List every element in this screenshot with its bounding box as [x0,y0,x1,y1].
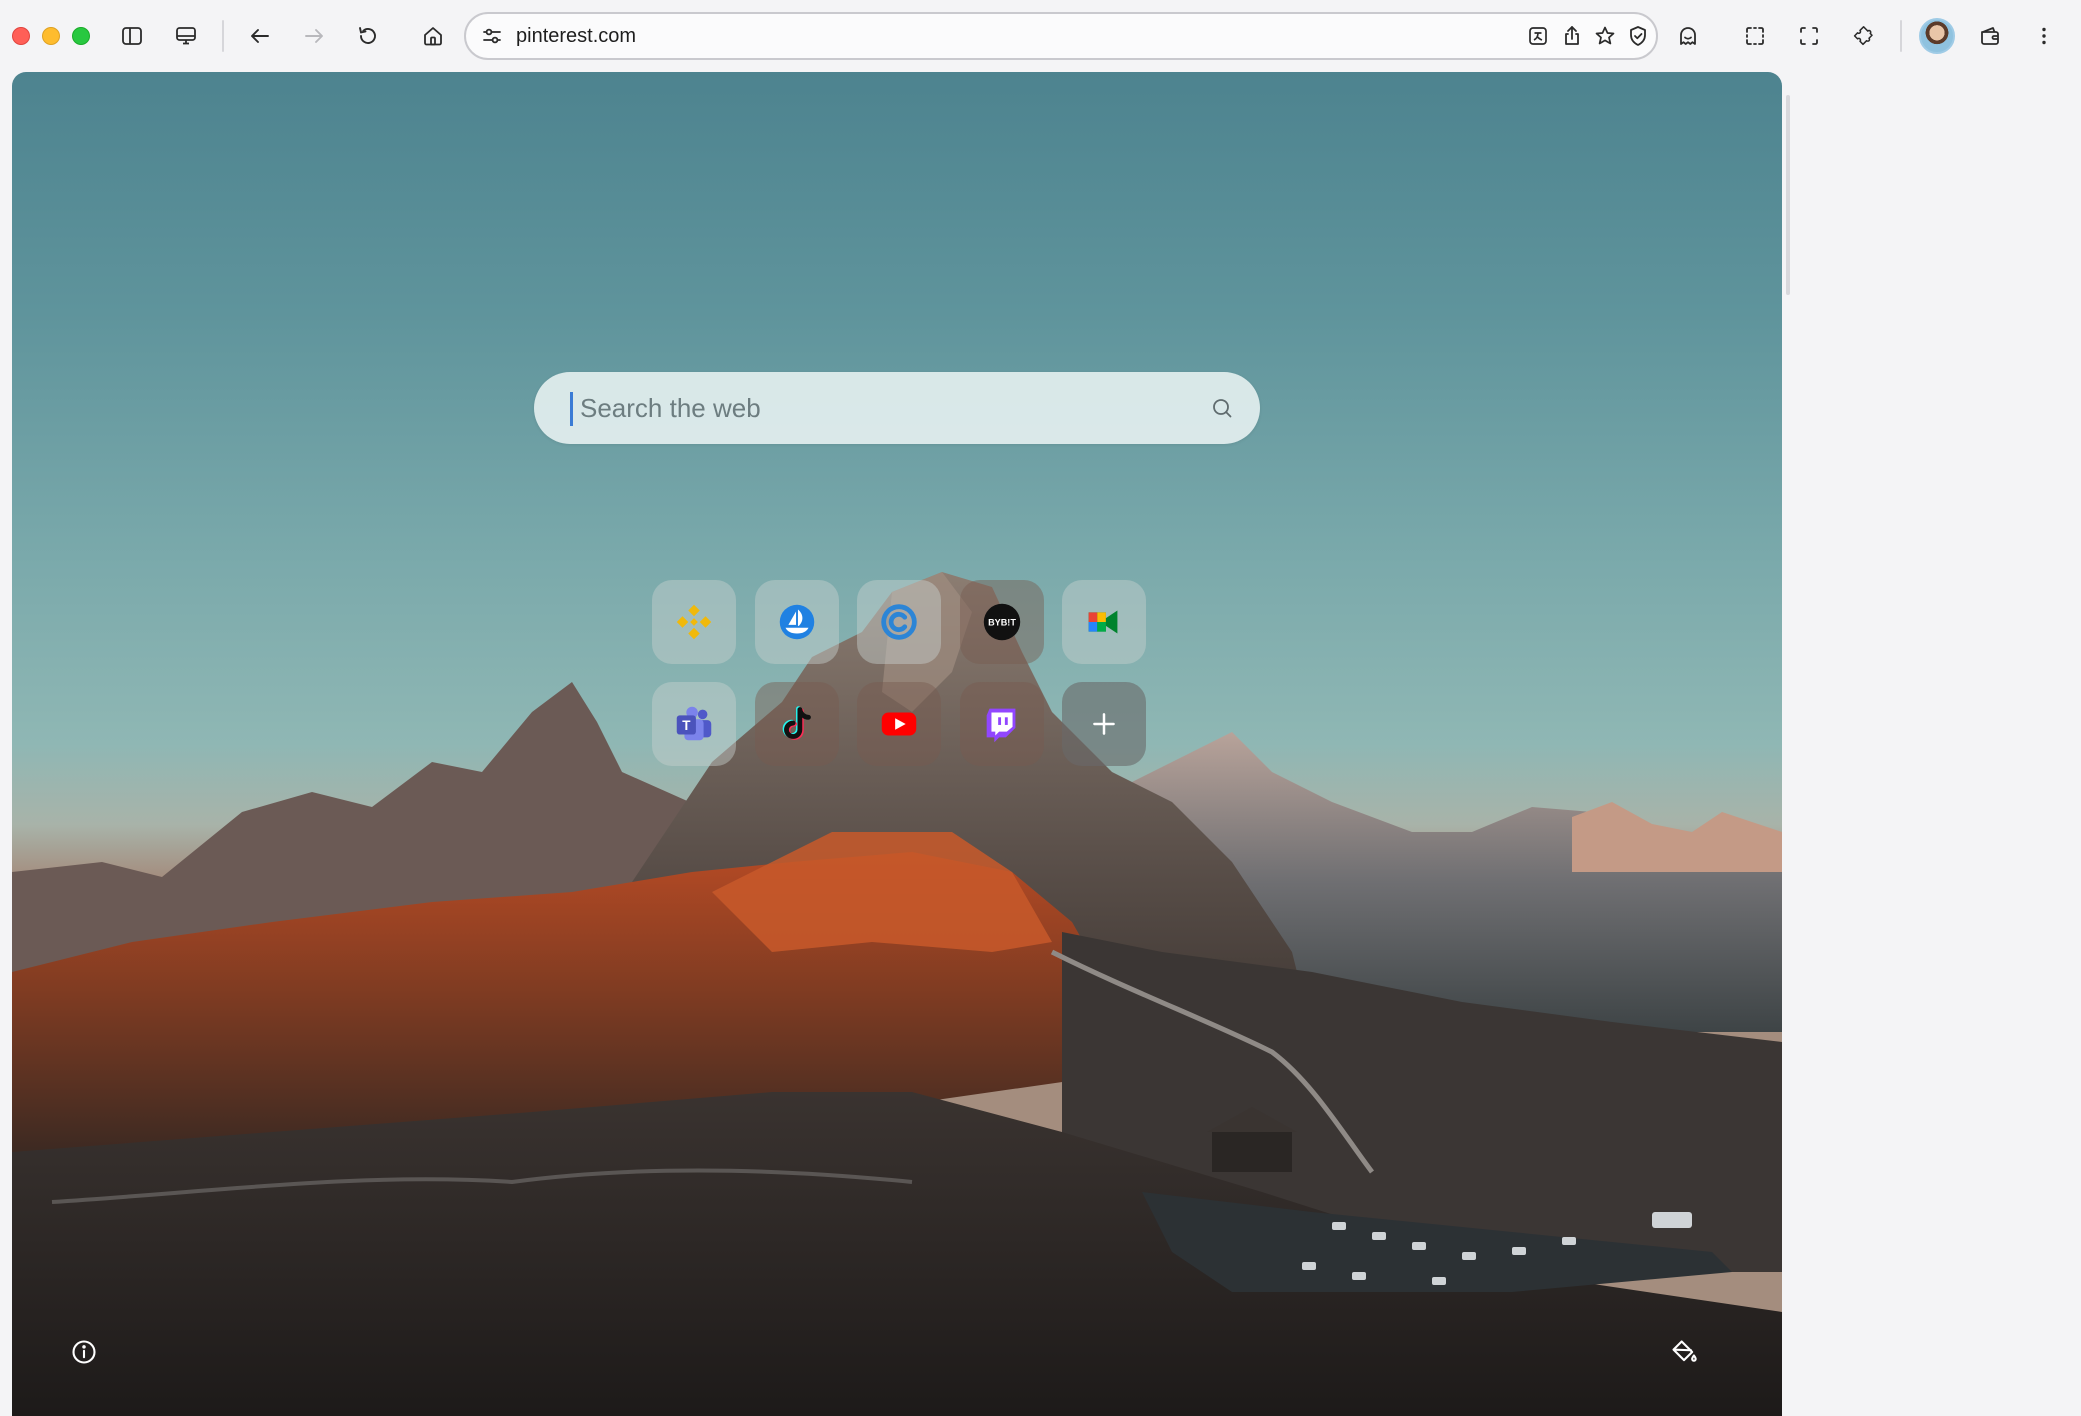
info-icon [72,1340,96,1364]
profile-avatar[interactable] [1919,18,1955,54]
reload-icon [359,27,376,44]
page-scrollbar[interactable] [1786,95,1790,295]
wallet-icon [1981,27,1999,45]
close-window-button[interactable] [12,27,30,45]
shortcut-twitch[interactable] [960,682,1044,766]
browser-toolbar: pinterest.com [0,0,2081,72]
paint-bucket-icon [1672,1340,1697,1362]
shortcut-coinmarketcap[interactable] [857,580,941,664]
site-settings-icon[interactable] [480,24,504,48]
sidebar-toggle-button[interactable] [114,18,150,54]
web-search-box[interactable]: Search the web [534,372,1260,444]
maximize-window-button[interactable] [72,27,90,45]
more-vertical-icon [2042,27,2046,45]
wallet-ghost-button[interactable] [1670,18,1706,54]
microsoft-teams-icon: T [676,706,712,741]
wallet-button[interactable] [1972,18,2008,54]
google-meet-icon [1088,610,1118,634]
shortcut-google-meet[interactable] [1062,580,1146,664]
minimize-window-button[interactable] [42,27,60,45]
puzzle-icon [1853,26,1873,46]
new-tab-page: Search the web BYB!T T [12,72,1782,1416]
selection-frame-icon [1746,27,1764,45]
wallpaper-info-button[interactable] [66,1334,102,1370]
add-shortcut-button[interactable] [1062,682,1146,766]
url-text[interactable]: pinterest.com [516,24,636,48]
tab-overview-button[interactable] [168,18,204,54]
translate-icon[interactable] [1526,24,1550,48]
reload-button[interactable] [350,18,386,54]
shortcut-tiktok[interactable] [755,682,839,766]
forward-button[interactable] [296,18,332,54]
youtube-icon [881,712,917,736]
add-shortcut-icon [1093,713,1115,735]
toolbar-separator [1900,20,1902,52]
home-icon [424,27,442,46]
toolbar-separator [222,20,224,52]
shortcut-microsoft-teams[interactable]: T [652,682,736,766]
search-icon[interactable] [1210,396,1234,420]
opensea-icon [779,604,815,640]
binance-icon [676,604,712,640]
search-placeholder[interactable]: Search the web [580,392,761,424]
back-button[interactable] [242,18,278,54]
menu-button[interactable] [2026,18,2062,54]
customize-background-button[interactable] [1666,1334,1702,1370]
screenshot-button[interactable] [1737,18,1773,54]
dashed-frame-icon [1800,27,1818,45]
ghost-icon [1680,27,1696,45]
browser-window: pinterest.com Search the web BYB!T T [0,0,2081,1416]
coinmarketcap-icon [881,604,917,640]
shortcut-opensea[interactable] [755,580,839,664]
address-bar[interactable]: pinterest.com [464,12,1658,60]
arrow-left-icon [251,29,269,43]
home-button[interactable] [415,18,451,54]
bookmark-star-icon[interactable] [1593,24,1617,48]
shortcut-bybit[interactable]: BYB!T [960,580,1044,664]
shortcut-youtube[interactable] [857,682,941,766]
bybit-label: BYB!T [988,617,1016,627]
twitch-icon [986,708,1016,743]
extensions-button[interactable] [1845,18,1881,54]
shortcut-binance[interactable] [652,580,736,664]
sidebar-icon [122,27,142,45]
tiktok-icon [782,706,811,740]
tabs-icon [176,27,196,45]
svg-text:T: T [682,718,691,733]
share-icon[interactable] [1560,24,1584,48]
text-cursor [570,392,573,426]
capture-area-button[interactable] [1791,18,1827,54]
shield-icon[interactable] [1626,24,1650,48]
arrow-right-icon [305,29,323,43]
bybit-icon: BYB!T [983,603,1021,641]
